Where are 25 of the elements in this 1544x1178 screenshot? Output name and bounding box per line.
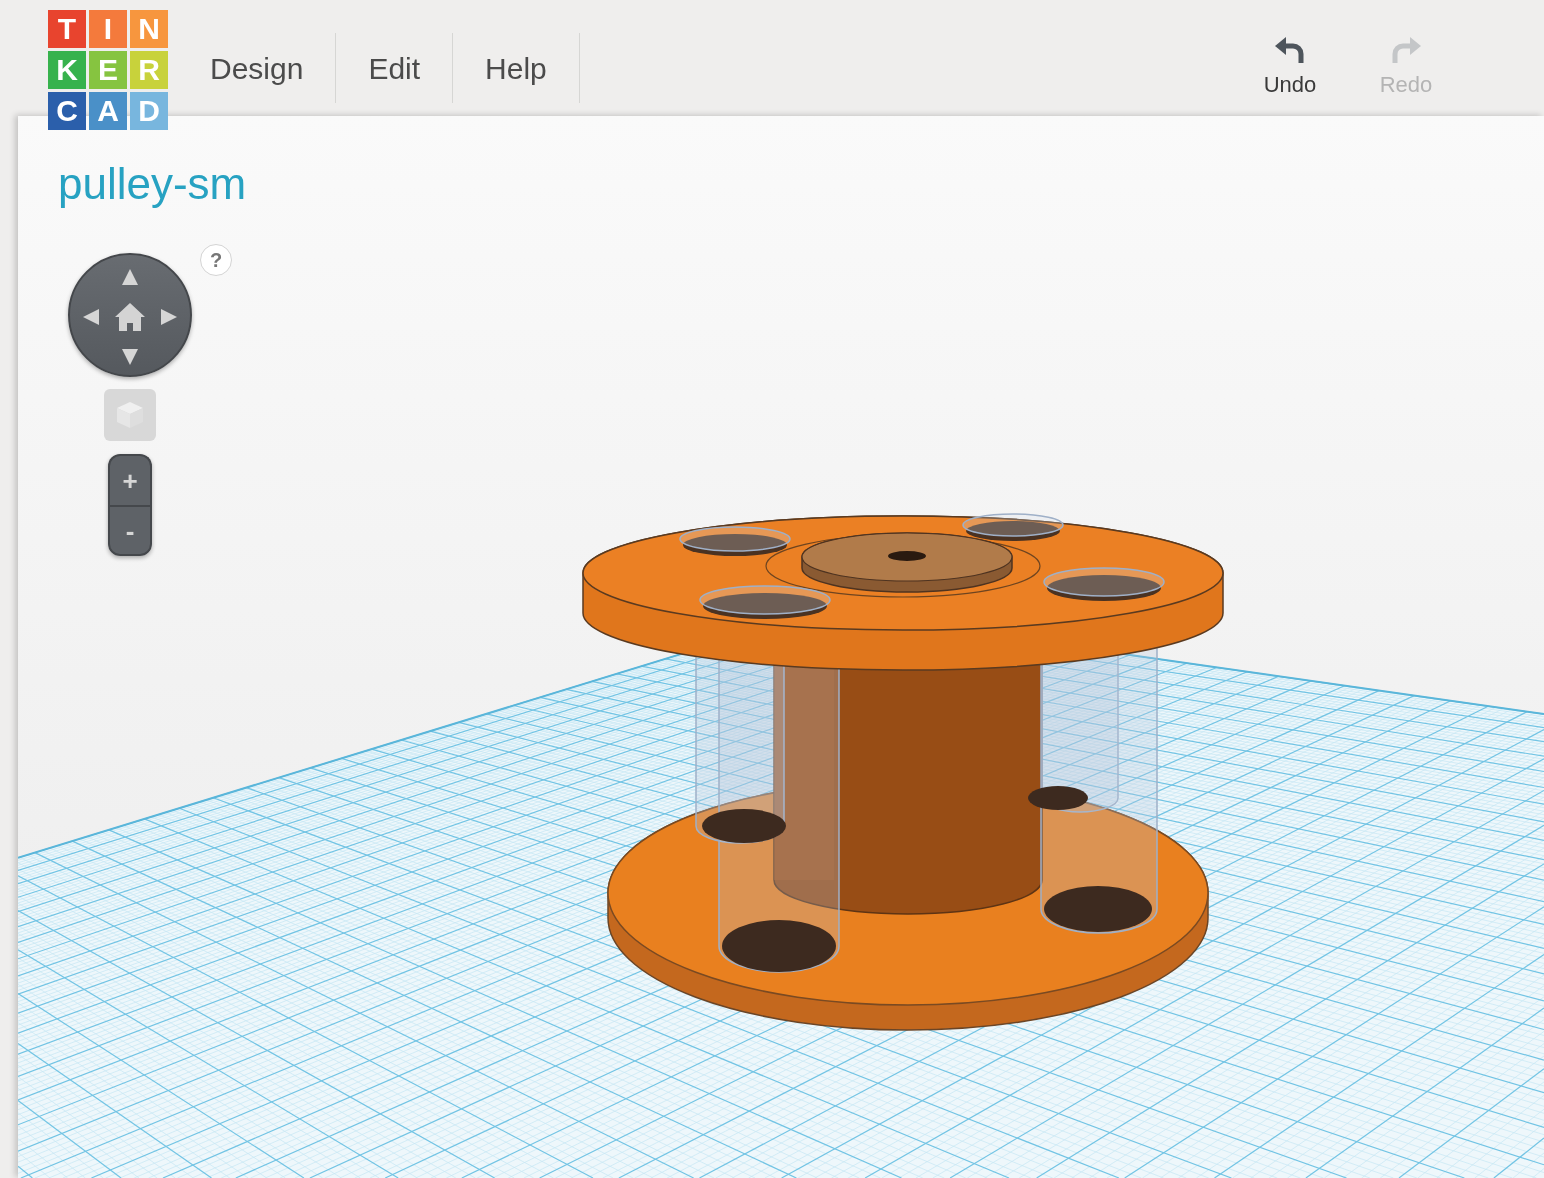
logo-tile: C bbox=[48, 92, 86, 130]
home-icon[interactable] bbox=[114, 302, 146, 332]
zoom-in-button[interactable]: + bbox=[108, 454, 152, 505]
menu-item[interactable]: Edit bbox=[336, 33, 454, 103]
cube-icon bbox=[115, 400, 145, 430]
triangle-up-icon[interactable] bbox=[122, 269, 138, 285]
redo-icon bbox=[1390, 35, 1422, 65]
logo-tile: R bbox=[130, 51, 168, 89]
logo-tile: A bbox=[89, 92, 127, 130]
design-title[interactable]: pulley-sm bbox=[58, 162, 247, 206]
logo-tile: K bbox=[48, 51, 86, 89]
undo-button[interactable]: Undo bbox=[1240, 35, 1340, 97]
zoom-out-button[interactable]: - bbox=[108, 505, 152, 556]
triangle-left-icon[interactable] bbox=[83, 309, 99, 325]
logo-tile: N bbox=[130, 10, 168, 48]
triangle-right-icon[interactable] bbox=[161, 309, 177, 325]
help-button[interactable]: ? bbox=[200, 244, 232, 276]
menu-item[interactable]: Help bbox=[453, 33, 580, 103]
logo-tile: D bbox=[130, 92, 168, 130]
triangle-down-icon[interactable] bbox=[122, 349, 138, 365]
logo-tile: E bbox=[89, 51, 127, 89]
logo-tile: I bbox=[89, 10, 127, 48]
logo-tile: T bbox=[48, 10, 86, 48]
undo-icon bbox=[1274, 35, 1306, 65]
menu-item[interactable]: Design bbox=[178, 33, 337, 103]
